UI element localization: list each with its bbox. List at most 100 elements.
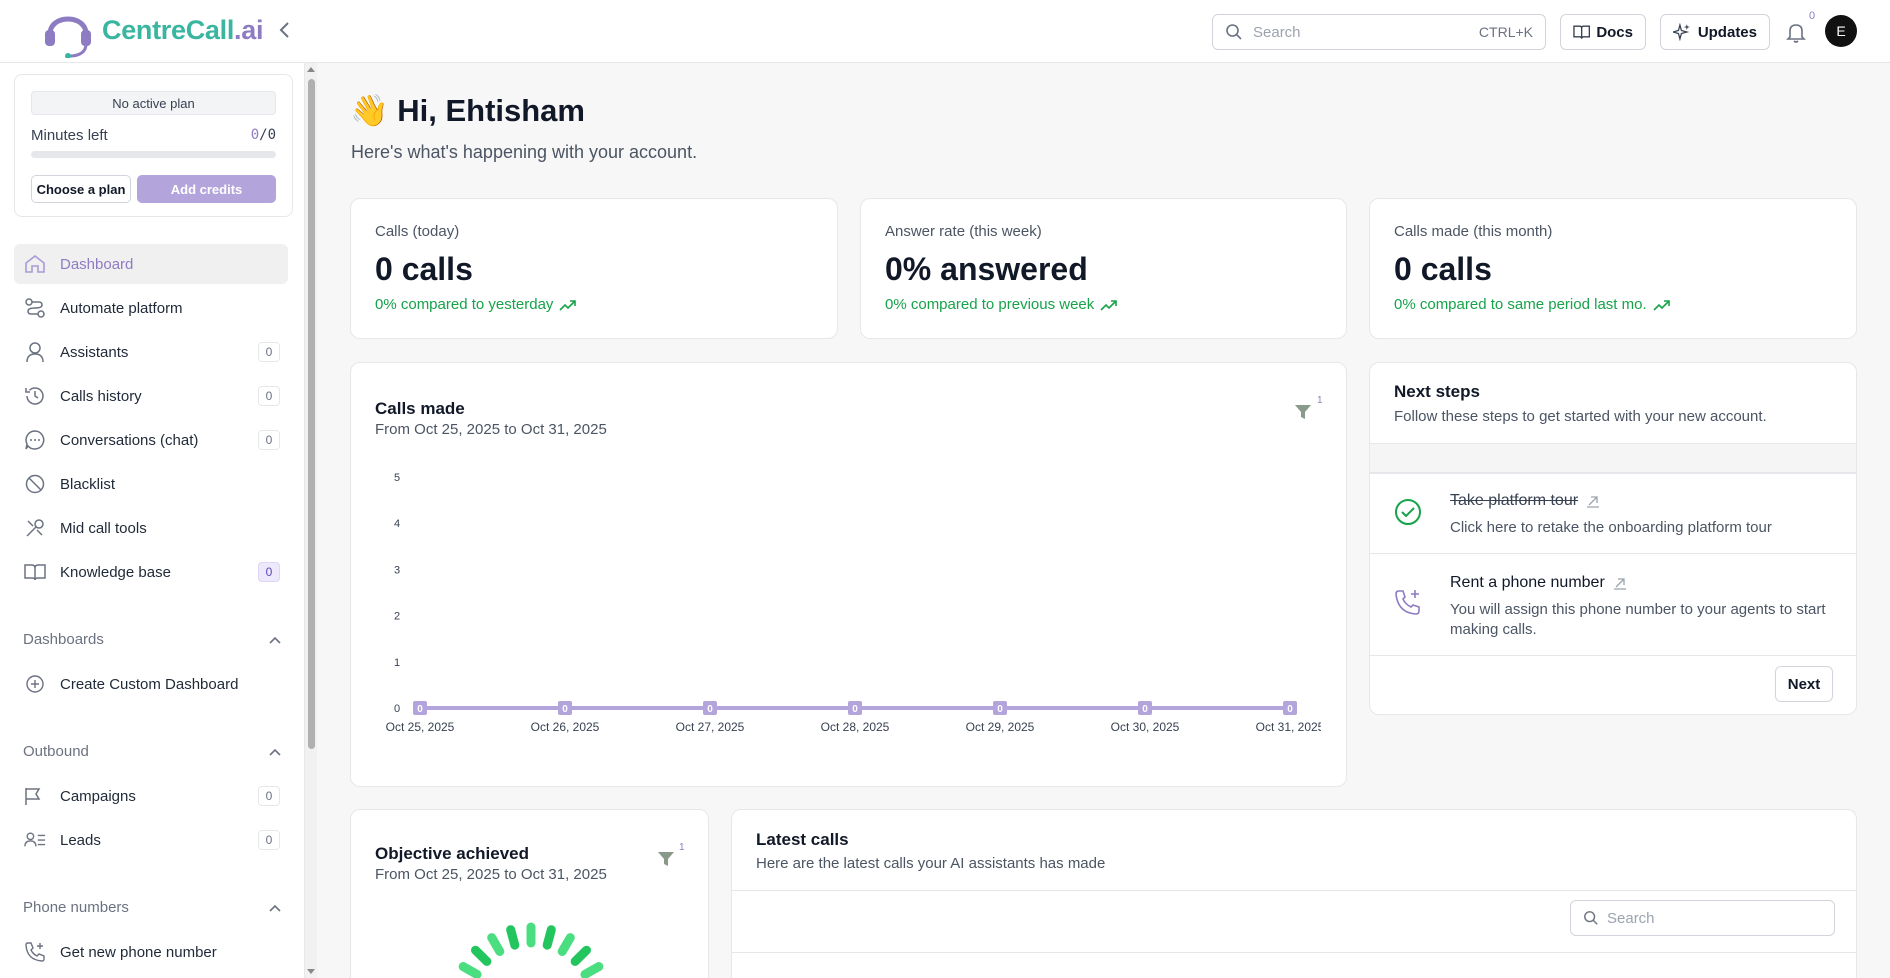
sidebar-item-label: Automate platform [60, 299, 183, 317]
global-search[interactable]: Search CTRL+K [1212, 14, 1546, 50]
scroll-thumb[interactable] [308, 79, 315, 749]
stat-value: 0% answered [885, 251, 1088, 287]
sidebar-item-assistants[interactable]: Assistants 0 [14, 332, 288, 372]
step-platform-tour[interactable]: Take platform tour Click here to retake … [1370, 473, 1856, 553]
chevron-up-icon [269, 748, 281, 756]
step-title-text: Rent a phone number [1450, 574, 1605, 591]
objective-title: Objective achieved [375, 844, 530, 863]
dashboards-section-header[interactable]: Dashboards [23, 631, 281, 648]
latest-calls-divider [732, 890, 1856, 891]
sidebar-item-label: Campaigns [60, 787, 136, 805]
leads-count-badge: 0 [258, 830, 280, 850]
chart-title: Calls made [375, 399, 465, 418]
scroll-down-arrow[interactable] [307, 969, 315, 974]
search-icon [1584, 911, 1598, 925]
stat-change-text: 0% compared to yesterday [375, 296, 554, 313]
ban-icon [25, 474, 45, 494]
sidebar-item-leads[interactable]: Leads 0 [14, 820, 288, 860]
gauge-segment [487, 933, 505, 956]
minutes-left-label: Minutes left [31, 127, 108, 144]
top-bar: CentreCall.ai Search CTRL+K Docs Updates… [0, 0, 1890, 63]
sidebar-item-conversations[interactable]: Conversations (chat) 0 [14, 420, 288, 460]
create-custom-dashboard[interactable]: Create Custom Dashboard [14, 664, 288, 704]
chevron-up-icon [269, 636, 281, 644]
history-icon [25, 387, 44, 405]
step-title: Rent a phone number [1450, 574, 1627, 592]
section-heading: Outbound [23, 743, 89, 760]
gauge-segment [506, 925, 520, 950]
trending-up-icon [559, 299, 577, 311]
objective-gauge [458, 922, 604, 978]
knowledge-base-count-badge: 0 [258, 562, 280, 582]
filter-icon[interactable] [1294, 403, 1312, 421]
sidebar-item-mid-call-tools[interactable]: Mid call tools [14, 508, 288, 548]
stat-label: Calls (today) [375, 223, 460, 240]
sidebar-item-blacklist[interactable]: Blacklist [14, 464, 288, 504]
book-icon [24, 564, 46, 581]
external-link-icon [1613, 578, 1626, 590]
filter-icon[interactable] [657, 850, 675, 868]
latest-calls-subtitle: Here are the latest calls your AI assist… [756, 855, 1106, 872]
user-avatar[interactable]: E [1825, 15, 1857, 47]
collapse-sidebar-button[interactable] [274, 18, 294, 42]
user-icon [26, 342, 44, 363]
chart-date-range: From Oct 25, 2025 to Oct 31, 2025 [375, 421, 607, 438]
sidebar-item-get-phone-number[interactable]: Get new phone number [14, 932, 288, 972]
search-icon [1226, 24, 1242, 40]
docs-button[interactable]: Docs [1560, 14, 1646, 50]
outbound-section-header[interactable]: Outbound [23, 743, 281, 760]
choose-plan-button[interactable]: Choose a plan [31, 175, 131, 203]
chevron-up-icon [269, 904, 281, 912]
next-steps-title: Next steps [1394, 382, 1480, 401]
search-placeholder: Search [1253, 23, 1301, 41]
y-tick-label: 3 [394, 564, 400, 576]
y-tick-label: 4 [394, 518, 400, 530]
sidebar-item-dashboard[interactable]: Dashboard [14, 244, 288, 284]
updates-button[interactable]: Updates [1660, 14, 1770, 50]
sidebar-item-calls-history[interactable]: Calls history 0 [14, 376, 288, 416]
brand-logo[interactable]: CentreCall.ai [40, 0, 263, 60]
objective-achieved-card: Objective achieved From Oct 25, 2025 to … [350, 809, 709, 978]
workflow-icon [25, 298, 45, 318]
assistants-count-badge: 0 [258, 342, 280, 362]
brand-name-main: CentreCall [102, 14, 235, 45]
sidebar-item-campaigns[interactable]: Campaigns 0 [14, 776, 288, 816]
gauge-segment [542, 925, 556, 950]
section-heading: Dashboards [23, 631, 104, 648]
scroll-up-arrow[interactable] [307, 67, 315, 72]
plan-card: No active plan Minutes left 0/0 Choose a… [14, 74, 293, 217]
objective-date-range: From Oct 25, 2025 to Oct 31, 2025 [375, 866, 607, 883]
latest-calls-search-input[interactable]: Search [1570, 900, 1835, 936]
plan-status-badge: No active plan [31, 91, 276, 115]
x-tick-label: Oct 29, 2025 [966, 720, 1035, 734]
minutes-used: 0 [250, 127, 260, 143]
y-tick-label: 2 [394, 611, 400, 623]
filter-count: 1 [1317, 395, 1323, 406]
stat-change: 0% compared to yesterday [375, 296, 577, 313]
x-tick-label: Oct 31, 2025 [1256, 720, 1321, 734]
sidebar-item-label: Dashboard [60, 255, 134, 273]
bell-icon[interactable] [1784, 20, 1808, 44]
phone-plus-icon [1395, 590, 1420, 615]
sidebar-item-label: Conversations (chat) [60, 431, 199, 449]
stat-card-answer-rate: Answer rate (this week) 0% answered 0% c… [860, 198, 1347, 339]
step-rent-phone-number[interactable]: Rent a phone number You will assign this… [1370, 553, 1856, 655]
minutes-total: /0 [259, 127, 276, 143]
notification-count: 0 [1809, 10, 1816, 22]
y-tick-label: 1 [394, 657, 400, 669]
phone-numbers-section-header[interactable]: Phone numbers [23, 899, 281, 916]
flag-icon [25, 788, 41, 805]
sidebar-item-knowledge-base[interactable]: Knowledge base 0 [14, 552, 288, 592]
sidebar-item-automate-platform[interactable]: Automate platform [14, 288, 288, 328]
stat-card-calls-month: Calls made (this month) 0 calls 0% compa… [1369, 198, 1857, 339]
wave-emoji: 👋 [350, 93, 389, 128]
stat-change-text: 0% compared to same period last mo. [1394, 296, 1647, 313]
section-heading: Phone numbers [23, 899, 129, 916]
next-step-button[interactable]: Next [1775, 666, 1833, 702]
sidebar-scrollbar[interactable] [305, 63, 317, 978]
stat-change-text: 0% compared to previous week [885, 296, 1095, 313]
add-credits-button[interactable]: Add credits [137, 175, 276, 203]
stat-value: 0 calls [1394, 251, 1492, 287]
stat-change: 0% compared to same period last mo. [1394, 296, 1671, 313]
data-label: 0 [417, 704, 423, 715]
